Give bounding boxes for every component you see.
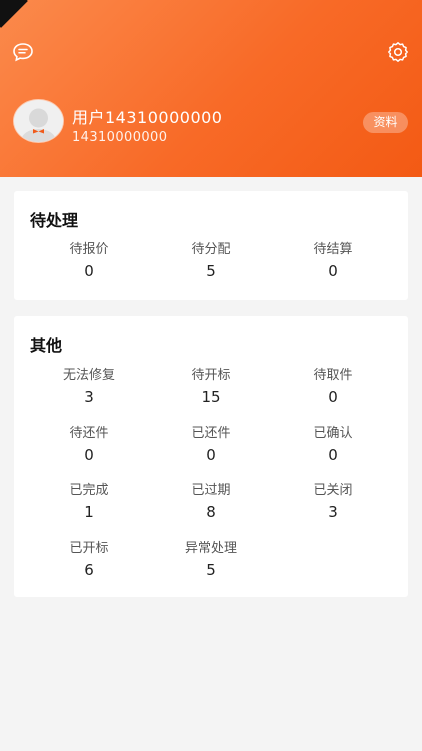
stat-value: 1 (84, 503, 94, 521)
stat-pending-bid-open[interactable]: 待开标 15 (146, 367, 276, 407)
stat-label: 已确认 (313, 426, 353, 441)
stat-label: 已关闭 (313, 483, 353, 498)
stat-value: 0 (84, 446, 94, 464)
profile-button[interactable]: 资料 (363, 112, 408, 133)
pending-card: 待处理 待报价 0 待分配 5 待结算 0 (14, 191, 408, 300)
stat-value: 5 (206, 561, 216, 579)
stat-confirmed[interactable]: 已确认 0 (268, 425, 398, 465)
user-phone: 14310000000 (72, 130, 168, 145)
stat-value: 3 (328, 503, 338, 521)
pending-title: 待处理 (30, 211, 79, 230)
stat-value: 0 (328, 446, 338, 464)
profile-header: 用户14310000000 14310000000 资料 (0, 0, 422, 177)
stat-label: 已完成 (69, 483, 109, 498)
stat-pending-assign[interactable]: 待分配 5 (146, 241, 276, 281)
stat-label: 无法修复 (62, 368, 115, 383)
stat-bid-opened[interactable]: 已开标 6 (24, 540, 154, 580)
stat-value: 0 (328, 388, 338, 406)
stat-value: 8 (206, 503, 216, 521)
stat-value: 3 (84, 388, 94, 406)
stat-cannot-repair[interactable]: 无法修复 3 (24, 367, 154, 407)
stat-label: 待报价 (69, 242, 109, 257)
stat-pending-pickup[interactable]: 待取件 0 (268, 367, 398, 407)
stat-expired[interactable]: 已过期 8 (146, 482, 276, 522)
stat-label: 待还件 (69, 426, 109, 441)
stat-value: 0 (328, 262, 338, 280)
chat-bubble-icon[interactable] (12, 41, 34, 63)
stat-label: 待分配 (191, 242, 231, 257)
settings-gear-icon[interactable] (387, 41, 409, 63)
stat-value: 5 (206, 262, 216, 280)
stat-label: 异常处理 (184, 541, 237, 556)
corner-decoration (0, 0, 28, 28)
stat-label: 已过期 (191, 483, 231, 498)
stat-exception-handling[interactable]: 异常处理 5 (146, 540, 276, 580)
stat-pending-quote[interactable]: 待报价 0 (24, 241, 154, 281)
stat-value: 15 (201, 388, 221, 406)
stat-closed[interactable]: 已关闭 3 (268, 482, 398, 522)
other-card: 其他 无法修复 3 待开标 15 待取件 0 待还件 0 已还件 0 已确认 0… (14, 316, 408, 597)
stat-returned[interactable]: 已还件 0 (146, 425, 276, 465)
stat-pending-settle[interactable]: 待结算 0 (268, 241, 398, 281)
stat-completed[interactable]: 已完成 1 (24, 482, 154, 522)
stat-label: 待开标 (191, 368, 231, 383)
stat-label: 已开标 (69, 541, 109, 556)
stat-value: 0 (206, 446, 216, 464)
stat-value: 6 (84, 561, 94, 579)
stat-label: 已还件 (191, 426, 231, 441)
stat-label: 待结算 (313, 242, 353, 257)
stat-label: 待取件 (313, 368, 353, 383)
user-avatar[interactable] (14, 100, 63, 142)
stat-pending-return[interactable]: 待还件 0 (24, 425, 154, 465)
stat-value: 0 (84, 262, 94, 280)
user-name: 用户14310000000 (72, 108, 223, 127)
other-title: 其他 (30, 336, 63, 355)
